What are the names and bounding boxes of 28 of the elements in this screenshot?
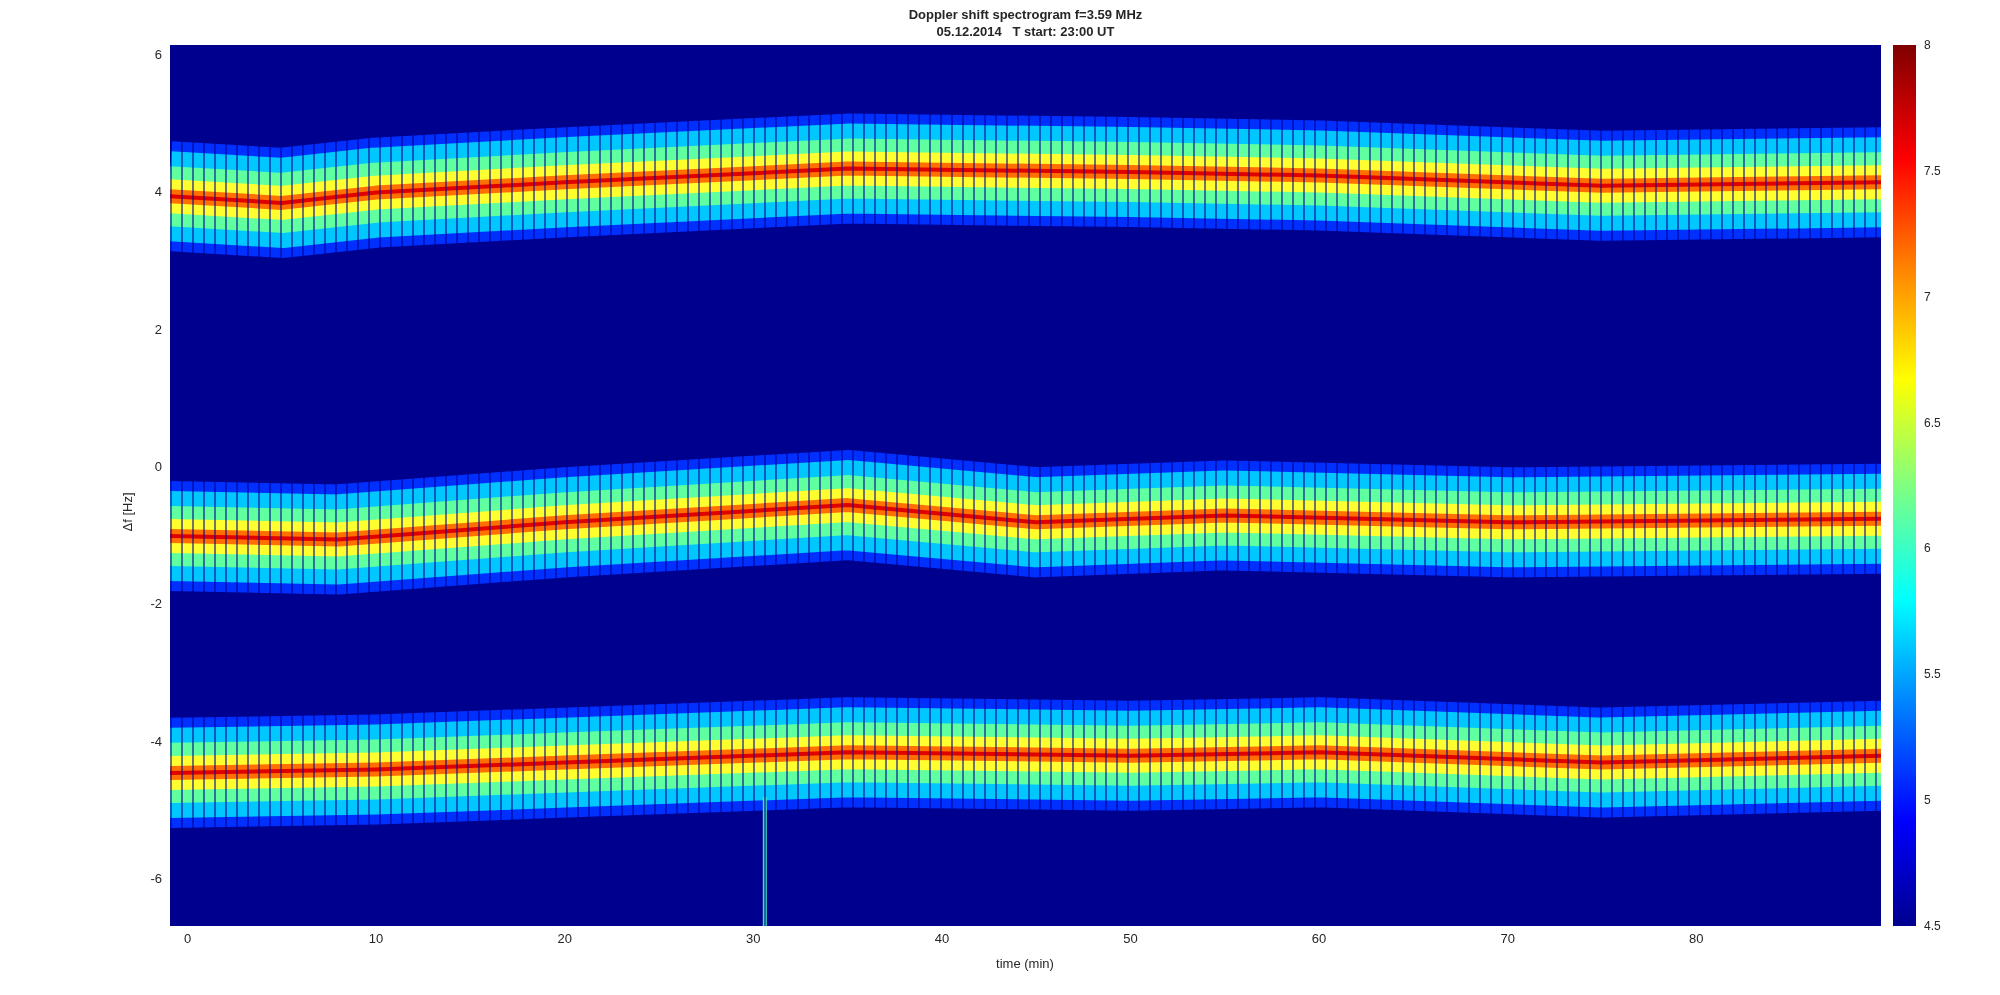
tick-label: 10 <box>368 931 384 947</box>
tick-label: 50 <box>1123 931 1138 947</box>
tick-label: 20 <box>557 931 572 947</box>
tick-label: 6 <box>154 47 162 63</box>
tick-label: 6.5 <box>1924 415 1941 431</box>
tick-label: -4 <box>150 733 162 750</box>
figure-subtitle: 05.12.2014 T start: 23:00 UT <box>936 22 1115 40</box>
tick-label: 5.5 <box>1924 666 1941 682</box>
tick-label: -6 <box>150 870 162 887</box>
tick-label: 7 <box>1924 289 1931 305</box>
tick-label: 80 <box>1689 931 1704 947</box>
tick-label: 0 <box>154 458 162 475</box>
tick-label: 4.5 <box>1924 918 1941 934</box>
tick-label: -2 <box>150 596 162 613</box>
tick-label: 30 <box>746 931 761 947</box>
figure-title: Doppler shift spectrogram f=3.59 MHz <box>908 5 1143 23</box>
tick-label: 5 <box>1924 792 1931 808</box>
tick-label: 40 <box>934 931 950 947</box>
tick-label: 0 <box>183 931 192 947</box>
axis-label: Δf [Hz] <box>119 492 137 532</box>
tick-label: 8 <box>1924 37 1931 53</box>
tick-label: 7.5 <box>1924 163 1941 179</box>
tick-label: 2 <box>154 321 162 338</box>
axis-label: time (min) <box>996 955 1054 973</box>
tick-label: 70 <box>1500 931 1515 947</box>
tick-label: 60 <box>1311 931 1327 947</box>
tick-label: 6 <box>1924 540 1931 556</box>
tick-label: 4 <box>154 184 162 201</box>
